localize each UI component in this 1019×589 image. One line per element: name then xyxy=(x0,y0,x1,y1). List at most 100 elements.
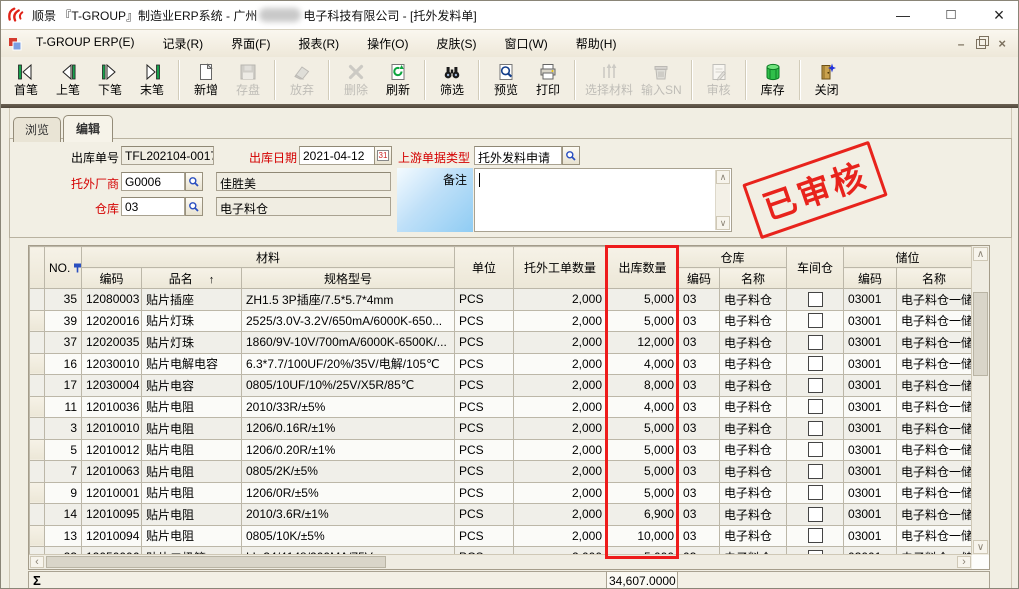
upstream-lookup-button[interactable] xyxy=(562,146,580,165)
window-close-button[interactable]: × xyxy=(988,1,1010,29)
cell-name: 贴片插座 xyxy=(142,289,242,311)
toolbar-button-filter-binoculars[interactable]: 筛选 xyxy=(431,59,473,99)
table-row[interactable]: 1712030004贴片电容0805/10UF/10%/25V/X5R/85℃P… xyxy=(30,375,972,397)
vendor-code-field[interactable]: G0006 xyxy=(121,172,185,191)
toolbar-button-prev-record[interactable]: 上笔 xyxy=(47,59,89,99)
table-row[interactable]: 1612030010贴片电解电容6.3*7.7/100UF/20%/35V/电解… xyxy=(30,353,972,375)
horizontal-scroll-thumb[interactable] xyxy=(46,556,386,568)
print-icon xyxy=(538,62,558,82)
menu-item-4[interactable]: 操作(O) xyxy=(363,33,412,54)
col-header-loc-code[interactable]: 编码 xyxy=(844,268,897,289)
scroll-down-icon[interactable]: ∨ xyxy=(716,216,730,230)
menu-item-5[interactable]: 皮肤(S) xyxy=(432,33,480,54)
upstream-type-field[interactable]: 托外发料申请 xyxy=(474,146,562,165)
col-header-unit[interactable]: 单位 xyxy=(455,247,514,289)
window-minimize-button[interactable]: — xyxy=(892,1,914,29)
scroll-right-icon[interactable]: › xyxy=(957,556,971,568)
workshop-checkbox[interactable] xyxy=(808,528,823,543)
toolbar-button-print[interactable]: 打印 xyxy=(527,59,569,99)
menu-item-2[interactable]: 界面(F) xyxy=(227,33,274,54)
workshop-checkbox[interactable] xyxy=(808,378,823,393)
scroll-left-icon[interactable]: ‹ xyxy=(30,556,44,568)
menu-item-3[interactable]: 报表(R) xyxy=(294,33,343,54)
table-row[interactable]: 1312010094贴片电阻0805/10K/±5%PCS2,00010,000… xyxy=(30,525,972,547)
table-row[interactable]: 1112010036贴片电阻2010/33R/±5%PCS2,0004,0000… xyxy=(30,396,972,418)
col-header-workshop[interactable]: 车间仓 xyxy=(787,247,844,289)
col-header-name[interactable]: 品名↑ xyxy=(142,268,242,289)
new-document-icon xyxy=(196,62,216,82)
menu-item-6[interactable]: 窗口(W) xyxy=(500,33,551,54)
tab-edit[interactable]: 编辑 xyxy=(63,115,113,142)
window-maximize-button[interactable]: □ xyxy=(940,1,962,29)
toolbar-button-next-record[interactable]: 下笔 xyxy=(89,59,131,99)
scroll-up-icon[interactable]: ∧ xyxy=(973,247,988,261)
workshop-checkbox[interactable] xyxy=(808,421,823,436)
toolbar-button-inventory[interactable]: 库存 xyxy=(752,59,794,99)
menu-item-0[interactable]: T-GROUP ERP(E) xyxy=(32,33,138,54)
menu-item-1[interactable]: 记录(R) xyxy=(158,33,207,54)
table-row[interactable]: 312010010贴片电阻1206/0.16R/±1%PCS2,0005,000… xyxy=(30,418,972,440)
col-header-order-qty[interactable]: 托外工单数量 xyxy=(514,247,607,289)
toolbar-button-refresh[interactable]: 刷新 xyxy=(377,59,419,99)
workshop-checkbox[interactable] xyxy=(808,292,823,307)
toolbar-button-last-record[interactable]: 末笔 xyxy=(131,59,173,99)
toolbar-button-label: 选择材料 xyxy=(585,83,633,97)
table-row[interactable]: 1412010095贴片电阻2010/3.6R/±1%PCS2,0006,900… xyxy=(30,504,972,526)
workshop-checkbox[interactable] xyxy=(808,485,823,500)
table-row[interactable]: 3512080003贴片插座ZH1.5 3P插座/7.5*5.7*4mmPCS2… xyxy=(30,289,972,311)
workshop-checkbox-cell xyxy=(787,504,844,526)
doc-no-field[interactable]: TFL202104-0017 xyxy=(121,146,214,165)
scroll-up-icon[interactable]: ∧ xyxy=(716,170,730,184)
cell-out_qty: 12,000 xyxy=(607,332,679,354)
first-record-icon xyxy=(16,62,36,82)
mdi-minimize-button[interactable]: – xyxy=(958,37,965,51)
workshop-checkbox[interactable] xyxy=(808,335,823,350)
mdi-restore-button[interactable] xyxy=(976,39,986,49)
cell-wh_name: 电子料仓 xyxy=(720,461,787,483)
workshop-checkbox[interactable] xyxy=(808,399,823,414)
workshop-checkbox[interactable] xyxy=(808,356,823,371)
table-row[interactable]: 912010001贴片电阻1206/0R/±5%PCS2,0005,00003电… xyxy=(30,482,972,504)
mdi-close-button[interactable]: × xyxy=(998,36,1006,51)
col-header-out-qty[interactable]: 出库数量 xyxy=(607,247,679,289)
mdi-child-icon xyxy=(8,37,22,51)
last-record-icon xyxy=(142,62,162,82)
col-header-spec[interactable]: 规格型号 xyxy=(242,268,455,289)
cell-no: 7 xyxy=(45,461,82,483)
toolbar-button-preview[interactable]: 预览 xyxy=(485,59,527,99)
grid-vertical-scrollbar[interactable]: ∧ ∨ xyxy=(971,246,989,555)
vendor-lookup-button[interactable] xyxy=(185,172,203,191)
workshop-checkbox[interactable] xyxy=(808,313,823,328)
table-row[interactable]: 512010012贴片电阻1206/0.20R/±1%PCS2,0005,000… xyxy=(30,439,972,461)
remark-scrollbar[interactable]: ∧ ∨ xyxy=(715,170,730,230)
remark-textarea[interactable]: ∧ ∨ xyxy=(474,168,732,232)
out-date-field[interactable]: 2021-04-12 xyxy=(299,146,375,165)
toolbar-button-new-document[interactable]: 新增 xyxy=(185,59,227,99)
table-row[interactable]: 3912020016贴片灯珠2525/3.0V-3.2V/650mA/6000K… xyxy=(30,310,972,332)
cell-name: 贴片电阻 xyxy=(142,504,242,526)
table-row[interactable]: 3712020035贴片灯珠1860/9V-10V/700mA/6000K-65… xyxy=(30,332,972,354)
calendar-button[interactable]: 31 xyxy=(374,146,392,165)
toolbar-button-close-door[interactable]: 关闭 xyxy=(806,59,848,99)
col-header-wh-name[interactable]: 名称 xyxy=(720,268,787,289)
prev-record-icon xyxy=(58,62,78,82)
cell-loc_code: 03001 xyxy=(844,289,897,311)
toolbar-button-first-record[interactable]: 首笔 xyxy=(5,59,47,99)
workshop-checkbox[interactable] xyxy=(808,507,823,522)
col-header-code[interactable]: 编码 xyxy=(82,268,142,289)
grid-horizontal-scrollbar[interactable]: ‹ › xyxy=(29,554,972,569)
vertical-scroll-thumb[interactable] xyxy=(973,292,988,376)
workshop-checkbox[interactable] xyxy=(808,464,823,479)
warehouse-lookup-button[interactable] xyxy=(185,197,203,216)
table-row[interactable]: 712010063贴片电阻0805/2K/±5%PCS2,0005,00003电… xyxy=(30,461,972,483)
scroll-down-icon[interactable]: ∨ xyxy=(973,540,988,554)
tab-browse[interactable]: 浏览 xyxy=(13,117,61,142)
col-header-wh-code[interactable]: 编码 xyxy=(679,268,720,289)
col-header-no[interactable]: NO. xyxy=(45,247,82,289)
col-header-loc-name[interactable]: 名称 xyxy=(897,268,972,289)
warehouse-code-field[interactable]: 03 xyxy=(121,197,185,216)
menu-item-7[interactable]: 帮助(H) xyxy=(572,33,621,54)
cell-loc_name: 电子料仓一储 xyxy=(897,504,972,526)
workshop-checkbox[interactable] xyxy=(808,442,823,457)
cell-out_qty: 5,000 xyxy=(607,289,679,311)
